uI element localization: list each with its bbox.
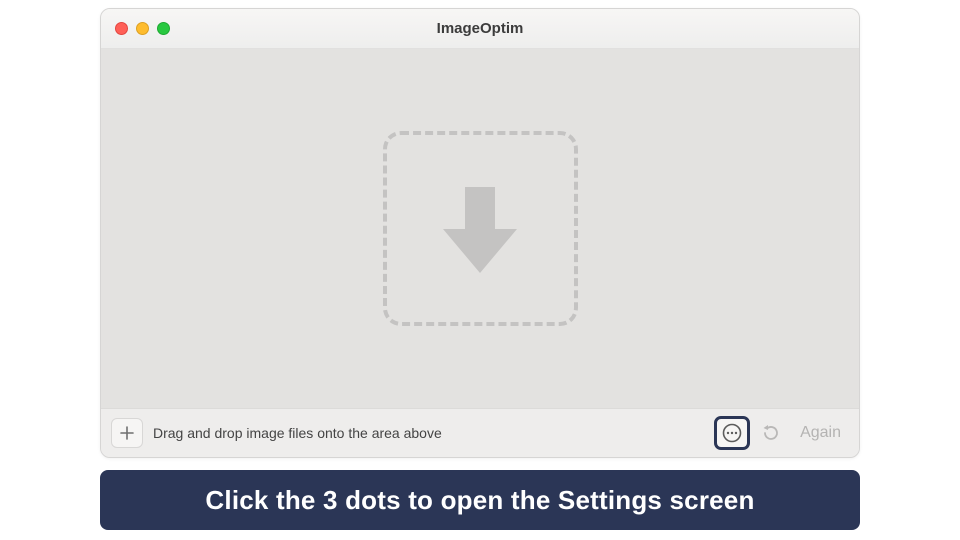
refresh-icon bbox=[761, 423, 781, 443]
zoom-window-button[interactable] bbox=[157, 22, 170, 35]
refresh-button[interactable] bbox=[758, 418, 784, 448]
close-window-button[interactable] bbox=[115, 22, 128, 35]
hint-text: Drag and drop image files onto the area … bbox=[153, 425, 704, 441]
ellipsis-icon bbox=[721, 422, 743, 444]
window-title: ImageOptim bbox=[101, 20, 859, 37]
plus-icon bbox=[119, 425, 135, 441]
app-window: ImageOptim Drag and drop image files ont… bbox=[100, 8, 860, 458]
dropzone[interactable] bbox=[101, 49, 859, 409]
bottom-toolbar: Drag and drop image files onto the area … bbox=[101, 409, 859, 457]
more-options-button[interactable] bbox=[714, 416, 750, 450]
arrow-down-icon bbox=[435, 179, 525, 279]
instruction-callout: Click the 3 dots to open the Settings sc… bbox=[100, 470, 860, 530]
minimize-window-button[interactable] bbox=[136, 22, 149, 35]
traffic-lights bbox=[115, 22, 170, 35]
right-tools: Again bbox=[714, 416, 849, 450]
titlebar: ImageOptim bbox=[101, 9, 859, 49]
callout-text: Click the 3 dots to open the Settings sc… bbox=[205, 485, 754, 516]
add-files-button[interactable] bbox=[111, 418, 143, 448]
drop-target-outline bbox=[383, 131, 578, 326]
again-button[interactable]: Again bbox=[792, 420, 849, 446]
